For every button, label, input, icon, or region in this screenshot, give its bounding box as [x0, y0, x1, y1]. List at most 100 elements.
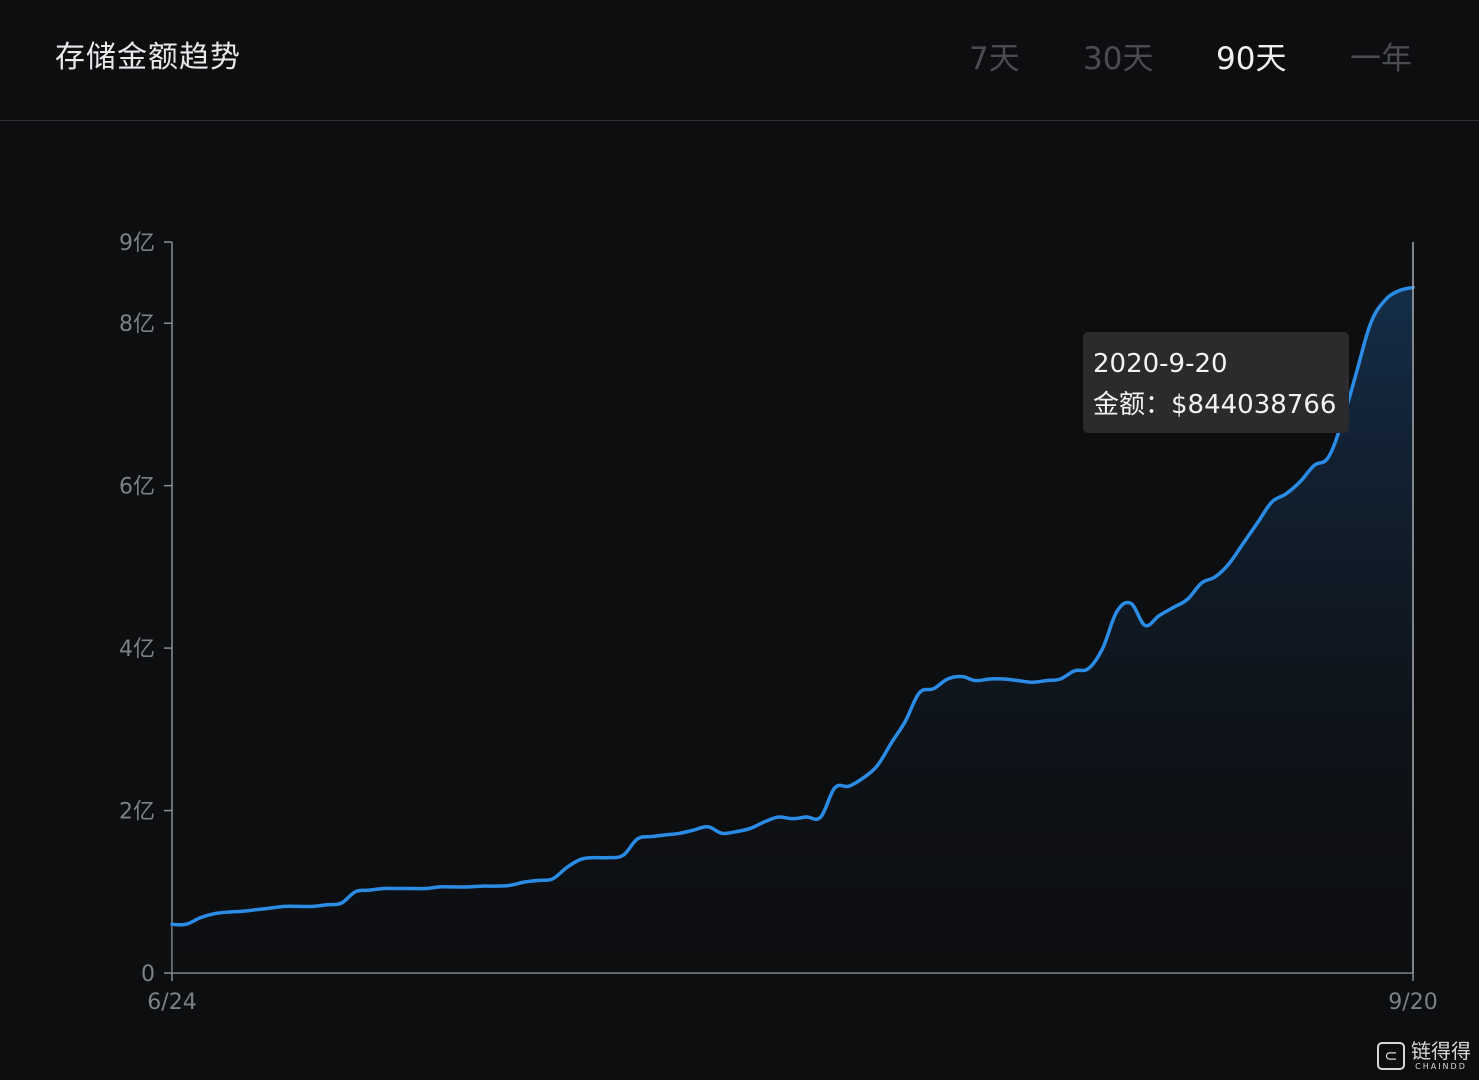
data-point[interactable]: [438, 885, 442, 889]
data-point[interactable]: [932, 687, 936, 691]
y-tick-label: 0: [141, 962, 155, 987]
watermark-text: 链得得 CHAINDD: [1411, 1040, 1471, 1072]
data-point[interactable]: [170, 922, 174, 926]
data-point[interactable]: [1228, 561, 1232, 565]
data-point[interactable]: [946, 677, 950, 681]
y-tick-label: 6亿: [119, 475, 155, 500]
data-point[interactable]: [621, 853, 625, 857]
data-point[interactable]: [1298, 480, 1302, 484]
chaindd-logo-icon: ⊂: [1377, 1042, 1405, 1070]
x-tick-label: 6/24: [147, 990, 196, 1015]
data-point[interactable]: [875, 764, 879, 768]
data-point[interactable]: [706, 825, 710, 829]
data-point[interactable]: [903, 719, 907, 723]
data-point[interactable]: [664, 833, 668, 837]
area-chart[interactable]: 0 2亿 4亿 6亿 8亿 9亿 6/24 9/20: [0, 0, 1479, 1080]
data-point[interactable]: [776, 815, 780, 819]
data-point[interactable]: [382, 887, 386, 891]
data-point[interactable]: [1312, 463, 1316, 467]
data-point[interactable]: [339, 901, 343, 905]
data-point[interactable]: [1044, 679, 1048, 683]
data-point[interactable]: [466, 885, 470, 889]
data-point[interactable]: [1256, 520, 1260, 524]
data-point[interactable]: [1411, 285, 1415, 289]
data-point[interactable]: [861, 776, 865, 780]
data-point[interactable]: [1058, 677, 1062, 681]
data-point[interactable]: [833, 786, 837, 790]
data-point[interactable]: [960, 675, 964, 679]
data-point[interactable]: [1397, 289, 1401, 293]
data-point[interactable]: [1143, 623, 1147, 627]
data-point[interactable]: [635, 837, 639, 841]
data-point[interactable]: [325, 903, 329, 907]
data-point[interactable]: [297, 904, 301, 908]
data-point[interactable]: [255, 908, 259, 912]
data-point[interactable]: [494, 884, 498, 888]
data-point[interactable]: [917, 691, 921, 695]
watermark-en: CHAINDD: [1415, 1062, 1467, 1071]
data-point[interactable]: [988, 677, 992, 681]
data-point[interactable]: [424, 887, 428, 891]
data-point[interactable]: [720, 831, 724, 835]
data-point[interactable]: [1101, 646, 1105, 650]
data-point[interactable]: [1129, 601, 1133, 605]
data-point[interactable]: [565, 865, 569, 869]
data-point[interactable]: [508, 883, 512, 887]
data-point[interactable]: [1002, 677, 1006, 681]
data-point[interactable]: [283, 904, 287, 908]
data-point[interactable]: [678, 831, 682, 835]
y-tick-label: 8亿: [119, 312, 155, 337]
data-point[interactable]: [748, 826, 752, 830]
data-point[interactable]: [212, 912, 216, 916]
data-point[interactable]: [805, 815, 809, 819]
tooltip-date: 2020-9-20: [1093, 349, 1228, 379]
chart-tooltip: 2020-9-20 金额：$844038766: [1083, 332, 1349, 433]
data-point[interactable]: [410, 887, 414, 891]
data-point[interactable]: [452, 885, 456, 889]
data-point[interactable]: [396, 887, 400, 891]
data-point[interactable]: [551, 877, 555, 881]
data-point[interactable]: [889, 741, 893, 745]
data-point[interactable]: [734, 830, 738, 834]
data-point[interactable]: [819, 815, 823, 819]
data-point[interactable]: [537, 878, 541, 882]
data-point[interactable]: [1087, 666, 1091, 670]
data-point[interactable]: [593, 856, 597, 860]
data-point[interactable]: [1185, 597, 1189, 601]
data-point[interactable]: [1157, 614, 1161, 618]
y-tick-label: 9亿: [119, 231, 155, 256]
data-point[interactable]: [1369, 321, 1373, 325]
data-point[interactable]: [1171, 606, 1175, 610]
data-point[interactable]: [1115, 610, 1119, 614]
data-point[interactable]: [762, 820, 766, 824]
data-point[interactable]: [649, 835, 653, 839]
data-point[interactable]: [367, 888, 371, 892]
data-point[interactable]: [1016, 679, 1020, 683]
data-point[interactable]: [241, 909, 245, 913]
data-point[interactable]: [1270, 500, 1274, 504]
data-point[interactable]: [353, 890, 357, 894]
data-point[interactable]: [480, 884, 484, 888]
data-point[interactable]: [1030, 680, 1034, 684]
data-point[interactable]: [1199, 581, 1203, 585]
data-point[interactable]: [607, 856, 611, 860]
data-point[interactable]: [1326, 455, 1330, 459]
data-point[interactable]: [311, 904, 315, 908]
data-point[interactable]: [791, 817, 795, 821]
data-point[interactable]: [1284, 492, 1288, 496]
data-point[interactable]: [198, 916, 202, 920]
data-point[interactable]: [1073, 669, 1077, 673]
data-point[interactable]: [1214, 575, 1218, 579]
data-point[interactable]: [184, 922, 188, 926]
tooltip-amount: 金额：$844038766: [1093, 390, 1337, 420]
data-point[interactable]: [1383, 298, 1387, 302]
data-point[interactable]: [1355, 370, 1359, 374]
data-point[interactable]: [226, 910, 230, 914]
data-point[interactable]: [847, 784, 851, 788]
data-point[interactable]: [1242, 541, 1246, 545]
data-point[interactable]: [579, 857, 583, 861]
data-point[interactable]: [974, 679, 978, 683]
data-point[interactable]: [269, 906, 273, 910]
data-point[interactable]: [692, 828, 696, 832]
data-point[interactable]: [523, 880, 527, 884]
